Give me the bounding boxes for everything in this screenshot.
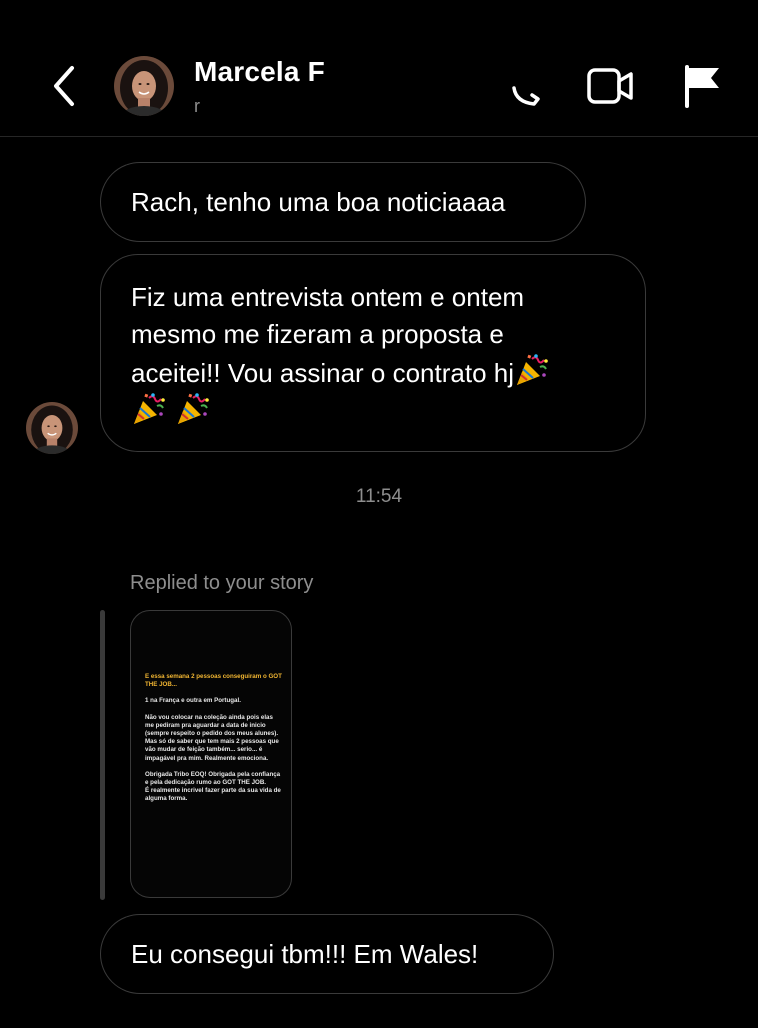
story-paragraph: Não vou colocar na coleção ainda pois el… xyxy=(145,714,283,739)
story-paragraph-text: Não vou colocar na coleção ainda pois el… xyxy=(145,713,279,738)
flag-icon xyxy=(685,65,719,108)
story-text: E essa semana 2 pessoas conseguiram o GO… xyxy=(145,673,283,812)
message-timestamp: 11:54 xyxy=(355,486,403,507)
chevron-left-icon xyxy=(54,66,74,106)
message-bubble[interactable]: Eu consegui tbm!!! Em Wales! xyxy=(100,914,554,994)
contact-name[interactable]: Marcela F xyxy=(194,56,325,88)
message-text-line-with-emoji: aceitei!! Vou assinar o contrato hj xyxy=(131,353,617,392)
message-text: Rach, tenho uma boa noticiaaaa xyxy=(131,187,506,217)
video-camera-icon xyxy=(587,68,633,104)
phone-icon xyxy=(512,86,540,106)
story-paragraph: É realmente incrivel fazer parte da sua … xyxy=(145,787,281,803)
profile-photo xyxy=(26,402,78,454)
party-popper-icon xyxy=(131,392,167,426)
message-text-line: mesmo me fizeram a proposta e xyxy=(131,319,504,349)
reply-indicator-bar xyxy=(100,610,105,900)
back-button[interactable] xyxy=(46,62,82,110)
replied-to-story-label: Replied to your story xyxy=(130,572,314,594)
profile-photo xyxy=(114,56,174,116)
avatar[interactable] xyxy=(114,56,174,116)
story-paragraph: 1 na França e outra em Portugal. xyxy=(145,697,241,705)
audio-call-button[interactable] xyxy=(506,76,546,108)
message-bubble[interactable]: Fiz uma entrevista ontem e ontem mesmo m… xyxy=(100,254,646,452)
story-paragraph: Obrigada Tribo EOQ! Obrigada pela confia… xyxy=(145,771,283,787)
message-text-line: Fiz uma entrevista ontem e ontem xyxy=(131,282,525,312)
story-paragraph-text: Obrigada Tribo EOQ! Obrigada pela confia… xyxy=(145,770,281,787)
message-text: aceitei!! Vou assinar o contrato hj xyxy=(131,358,515,388)
contact-subtitle: r xyxy=(194,96,200,116)
report-button[interactable] xyxy=(682,64,722,108)
story-preview[interactable]: E essa semana 2 pessoas conseguiram o GO… xyxy=(130,610,292,898)
message-bubble[interactable]: Rach, tenho uma boa noticiaaaa xyxy=(100,162,586,242)
video-call-button[interactable] xyxy=(586,66,636,106)
message-text: Eu consegui tbm!!! Em Wales! xyxy=(131,939,479,969)
story-heading: E essa semana 2 pessoas conseguiram o GO… xyxy=(145,673,282,689)
story-paragraph: Mas só de saber que tem mais 2 pessoas q… xyxy=(145,738,279,762)
emoji-line xyxy=(131,392,617,431)
party-popper-icon xyxy=(514,353,550,387)
sender-avatar[interactable] xyxy=(26,402,78,454)
chat-header: Marcela F r xyxy=(0,0,758,137)
party-popper-icon xyxy=(175,392,211,426)
